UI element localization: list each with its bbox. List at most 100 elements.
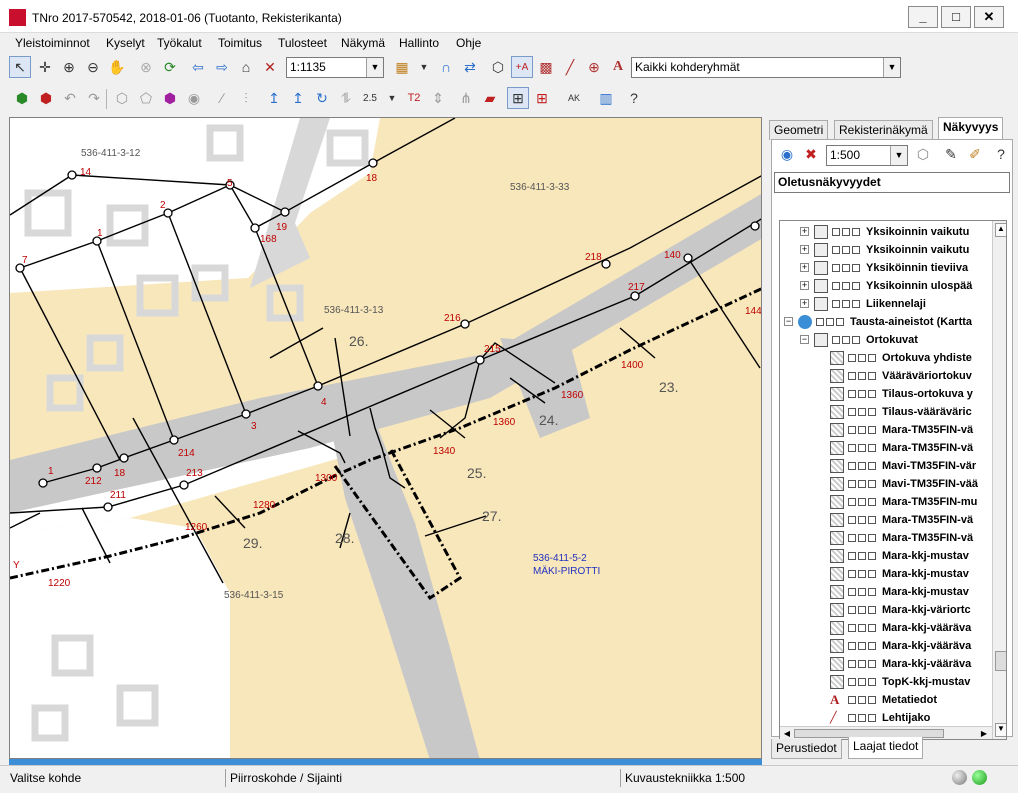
menu-tulosteet[interactable]: Tulosteet: [278, 33, 327, 53]
tree-item[interactable]: Mara-TM35FIN-vä: [780, 421, 992, 439]
expand-icon[interactable]: +: [800, 227, 809, 236]
panel-scale-combo[interactable]: 1:500 ▼: [826, 145, 908, 166]
help-icon[interactable]: ?: [990, 143, 1012, 165]
visibility-checkbox[interactable]: [852, 336, 860, 344]
visibility-checkbox[interactable]: [832, 264, 840, 272]
visibility-checkbox[interactable]: [858, 696, 866, 704]
offset-icon[interactable]: 2.5: [359, 87, 381, 109]
visibility-checkbox[interactable]: [852, 246, 860, 254]
visibility-checkbox[interactable]: [848, 696, 856, 704]
scroll-right-icon[interactable]: ▶: [978, 728, 990, 739]
menu-ohje[interactable]: Ohje: [456, 33, 481, 53]
visibility-checkbox[interactable]: [842, 228, 850, 236]
visibility-checkbox[interactable]: [858, 714, 866, 722]
visibility-checkbox[interactable]: [868, 552, 876, 560]
locate-icon[interactable]: ✕: [259, 56, 281, 78]
visibility-checkbox[interactable]: [848, 426, 856, 434]
visibility-checkbox[interactable]: [858, 516, 866, 524]
close-button[interactable]: ✕: [974, 6, 1004, 28]
visibility-checkbox[interactable]: [868, 372, 876, 380]
tree-item[interactable]: Mara-kkj-mustav: [780, 547, 992, 565]
tree-item[interactable]: Ortokuva yhdiste: [780, 349, 992, 367]
visibility-checkbox[interactable]: [858, 660, 866, 668]
visibility-checkbox[interactable]: [868, 516, 876, 524]
visibility-checkbox[interactable]: [868, 408, 876, 416]
visibility-checkbox[interactable]: [858, 390, 866, 398]
visibility-checkbox[interactable]: [868, 498, 876, 506]
forward-icon[interactable]: ⇨: [211, 56, 233, 78]
visibility-checkbox[interactable]: [832, 336, 840, 344]
tree-item[interactable]: + Yksikoinnin ulospää: [780, 277, 992, 295]
eye-icon[interactable]: ◉: [183, 87, 205, 109]
visibility-checkbox[interactable]: [848, 714, 856, 722]
point-add-icon[interactable]: ↥: [287, 87, 309, 109]
target-group-combo[interactable]: Kaikki kohderyhmät ▼: [631, 57, 901, 78]
help-icon[interactable]: ?: [623, 87, 645, 109]
add-text-icon[interactable]: +A: [511, 56, 533, 78]
crosshair-icon[interactable]: ✛: [34, 56, 56, 78]
tree-item[interactable]: ╱ Lehtijako: [780, 709, 992, 727]
back-icon[interactable]: ⇦: [187, 56, 209, 78]
tab-laajat-tiedot[interactable]: Laajat tiedot: [848, 737, 924, 759]
visibility-checkbox[interactable]: [848, 516, 856, 524]
magnet-icon[interactable]: ∩: [435, 56, 457, 78]
visibility-checkbox[interactable]: [858, 606, 866, 614]
tree-item[interactable]: + Yksikoinnin vaikutu: [780, 223, 992, 241]
visibility-checkbox[interactable]: [842, 264, 850, 272]
visibility-checkbox[interactable]: [848, 660, 856, 668]
tree-item[interactable]: Vääräväriortokuv: [780, 367, 992, 385]
hatch-icon[interactable]: ▩: [535, 56, 557, 78]
menu-toimitus[interactable]: Toimitus: [218, 33, 262, 53]
visibility-checkbox[interactable]: [858, 678, 866, 686]
tree-item[interactable]: − Tausta-aineistot (Kartta: [780, 313, 992, 331]
collapse-icon[interactable]: −: [784, 317, 793, 326]
text-tool-icon[interactable]: A: [607, 56, 629, 78]
visibility-checkbox[interactable]: [852, 228, 860, 236]
scroll-left-icon[interactable]: ◀: [781, 728, 793, 739]
visibility-checkbox[interactable]: [868, 714, 876, 722]
visibility-checkbox[interactable]: [832, 246, 840, 254]
collapse-icon[interactable]: −: [800, 335, 809, 344]
scroll-thumb[interactable]: [995, 651, 1006, 671]
redo-icon[interactable]: ↷: [83, 87, 105, 109]
menu-hallinto[interactable]: Hallinto: [399, 33, 439, 53]
visibility-checkbox[interactable]: [868, 588, 876, 596]
visibility-checkbox[interactable]: [868, 606, 876, 614]
tree-item[interactable]: Mara-kkj-vääräva: [780, 637, 992, 655]
visibility-checkbox[interactable]: [868, 678, 876, 686]
visibility-checkbox[interactable]: [868, 696, 876, 704]
visibility-checkbox[interactable]: [858, 462, 866, 470]
point-move-icon[interactable]: ↥: [263, 87, 285, 109]
visibility-checkbox[interactable]: [848, 462, 856, 470]
dropdown-icon[interactable]: ▼: [413, 56, 435, 78]
visibility-checkbox[interactable]: [858, 498, 866, 506]
tree-item[interactable]: Mara-TM35FIN-vä: [780, 439, 992, 457]
visibility-checkbox[interactable]: [868, 624, 876, 632]
maximize-button[interactable]: □: [941, 6, 971, 28]
visibility-checkbox[interactable]: [868, 354, 876, 362]
delete-cube-icon[interactable]: ⬢: [35, 87, 57, 109]
visibility-checkbox[interactable]: [868, 462, 876, 470]
visibility-checkbox[interactable]: [832, 282, 840, 290]
visibility-checkbox[interactable]: [836, 318, 844, 326]
expand-icon[interactable]: +: [800, 245, 809, 254]
transfer-icon[interactable]: ⇄: [459, 56, 481, 78]
stop-icon[interactable]: ⊗: [135, 56, 157, 78]
visibility-checkbox[interactable]: [848, 498, 856, 506]
visibility-checkbox[interactable]: [848, 570, 856, 578]
visibility-checkbox[interactable]: [868, 390, 876, 398]
tree-item[interactable]: + Liikennelaji: [780, 295, 992, 313]
layer-tree[interactable]: +Kantakartat╱LehtijakoAMetatiedotTopK-kk…: [779, 220, 1007, 740]
visibility-checkbox[interactable]: [842, 282, 850, 290]
menu-yleistoiminnot[interactable]: Yleistoiminnot: [15, 33, 90, 53]
visibility-checkbox[interactable]: [848, 678, 856, 686]
home-icon[interactable]: ⌂: [235, 56, 257, 78]
visibility-checkbox[interactable]: [848, 606, 856, 614]
tree-item[interactable]: Mara-kkj-vääräva: [780, 619, 992, 637]
scroll-down-icon[interactable]: ▼: [995, 723, 1006, 737]
visibility-checkbox[interactable]: [816, 318, 824, 326]
pencil-icon[interactable]: ✐: [964, 143, 986, 165]
visibility-checkbox[interactable]: [858, 570, 866, 578]
tab-nakyvyys[interactable]: Näkyvyys: [938, 117, 1004, 140]
tree-item[interactable]: Mara-kkj-väriortc: [780, 601, 992, 619]
